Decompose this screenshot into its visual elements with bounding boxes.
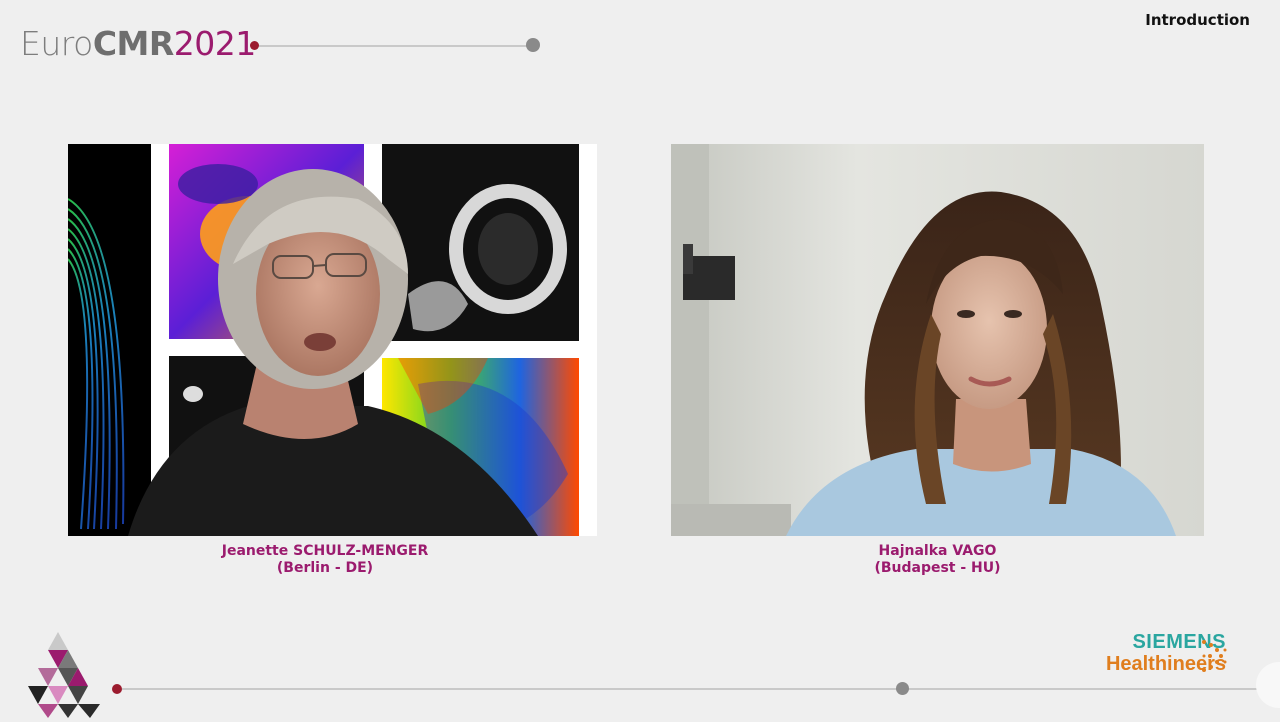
brand-cmr: CMR xyxy=(92,24,174,63)
speaker-2-location: (Budapest - HU) xyxy=(874,560,1001,576)
eurocmr-brand: EuroCMR2021 xyxy=(20,24,256,64)
footer-progress-marker-dot xyxy=(896,682,909,695)
speaker-1-name: Jeanette SCHULZ-MENGER xyxy=(221,543,429,559)
header-progress-end-dot xyxy=(526,38,540,52)
footer-progress-start-dot xyxy=(112,684,122,694)
section-title: Introduction xyxy=(1145,11,1250,29)
video-tile-speaker-2 xyxy=(671,144,1204,536)
header-progress-line xyxy=(259,45,534,47)
speaker-1-caption: Jeanette SCHULZ-MENGER (Berlin - DE) xyxy=(68,543,582,577)
video-frame-speaker-2 xyxy=(671,144,1204,536)
siemens-dots-icon xyxy=(1198,638,1228,674)
speaker-2-name: Hajnalka VAGO xyxy=(878,543,997,559)
brand-year: 2021 xyxy=(173,24,256,63)
eurocmr-logo-icon xyxy=(20,632,104,718)
video-tile-speaker-1 xyxy=(68,144,597,536)
footer-progress-line xyxy=(122,688,1280,690)
speaker-1-location: (Berlin - DE) xyxy=(276,560,374,576)
brand-euro: Euro xyxy=(20,24,93,63)
speaker-2-caption: Hajnalka VAGO (Budapest - HU) xyxy=(671,543,1204,577)
video-frame-speaker-1 xyxy=(68,144,597,536)
header-progress-start-dot xyxy=(250,41,259,50)
footer-progress-end-dot xyxy=(1256,662,1280,708)
